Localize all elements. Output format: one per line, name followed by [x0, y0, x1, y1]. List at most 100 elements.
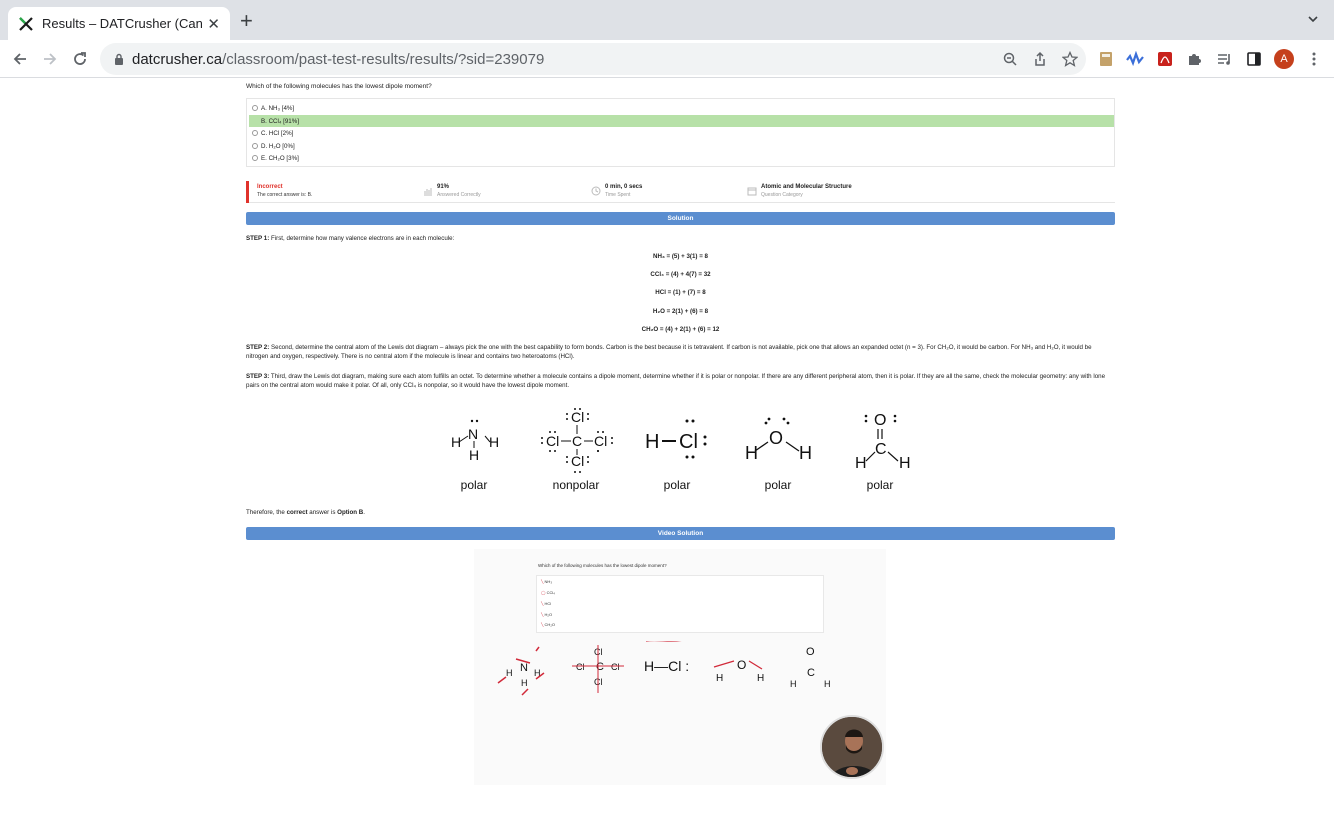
pdf-extension-icon[interactable]	[1156, 50, 1174, 68]
video-lewis-drawing: NH HH CClClCl Cl H—Cl : OH H OCH H	[497, 641, 831, 696]
equation-ch2o: CH₂O = (4) + 2(1) + (6) = 12	[641, 326, 720, 333]
profile-avatar[interactable]: A	[1274, 49, 1294, 69]
status-bar	[246, 181, 249, 203]
back-arrow-icon[interactable]	[10, 49, 30, 69]
svg-text:H: H	[745, 443, 758, 463]
video-player[interactable]: Which of the following molecules has the…	[474, 549, 886, 785]
svg-text:Cl: Cl	[546, 433, 559, 449]
svg-text:H: H	[645, 431, 659, 453]
radio-button[interactable]	[252, 155, 258, 161]
lock-icon	[115, 53, 123, 65]
svg-text:O: O	[737, 658, 746, 672]
svg-text:H: H	[716, 673, 723, 684]
equation-nh3: NH₃ = (5) + 3(1) = 8	[653, 253, 708, 260]
svg-text:H—Cl :: H—Cl :	[644, 658, 689, 674]
svg-text:H: H	[469, 447, 479, 463]
polarity-label-nh3: polar	[460, 478, 488, 492]
option-d[interactable]: D. H₂O [0%]	[249, 140, 1114, 152]
equation-hcl: HCl = (1) + (7) = 8	[655, 289, 706, 296]
conclusion-text: Therefore, the correct answer is Option …	[246, 509, 366, 516]
svg-text:O: O	[874, 412, 886, 429]
time-stat: 0 min, 0 secs Time Spent	[591, 184, 642, 198]
side-panel-icon[interactable]	[1245, 50, 1263, 68]
radio-button[interactable]	[252, 143, 258, 149]
svg-text:H: H	[790, 679, 797, 689]
svg-text:O: O	[806, 646, 815, 658]
answer-options: A. NH₃ [4%] B. CCl₄ [91%] C. HCl [2%] D.…	[246, 98, 1115, 167]
svg-text:Cl: Cl	[571, 453, 584, 469]
tab-bar: Results – DATCrusher (Canadian ✕ +	[0, 0, 1334, 40]
svg-text:H: H	[855, 455, 867, 472]
svg-text:C: C	[875, 441, 887, 458]
polarity-label-hcl: polar	[663, 478, 691, 492]
option-c[interactable]: C. HCl [2%]	[249, 127, 1114, 139]
hcl-structure: H Cl	[645, 419, 707, 459]
svg-text:N: N	[520, 662, 528, 674]
url-text: datcrusher.ca/classroom/past-test-result…	[132, 50, 545, 68]
share-icon[interactable]	[1032, 51, 1048, 67]
step-1: STEP 1: First, determine how many valenc…	[246, 235, 455, 242]
video-option: ╲ HCl	[541, 601, 552, 606]
chevron-down-icon[interactable]	[1306, 12, 1322, 28]
waveform-extension-icon[interactable]	[1126, 50, 1144, 68]
h2o-structure: OH H	[745, 417, 812, 463]
svg-text:H: H	[824, 679, 831, 689]
svg-text:H: H	[757, 673, 764, 684]
svg-text:H: H	[506, 668, 513, 678]
result-stats: Incorrect The correct answer is: B. 91% A…	[246, 181, 1115, 203]
option-e[interactable]: E. CH₂O [3%]	[249, 152, 1114, 164]
bookmark-star-icon[interactable]	[1061, 50, 1079, 67]
ccl4-structure: C Cl Cl Cl Cl	[541, 408, 613, 473]
browser-toolbar: datcrusher.ca/classroom/past-test-result…	[0, 40, 1334, 78]
step-3: STEP 3: Third, draw the Lewis dot diagra…	[246, 373, 1106, 389]
svg-text:N: N	[468, 426, 478, 442]
new-tab-icon[interactable]: +	[240, 10, 253, 32]
svg-text:C: C	[807, 667, 815, 679]
polarity-label-ch2o: polar	[866, 478, 894, 492]
video-option: ╲ NH₃	[541, 579, 552, 584]
category-stat: Atomic and Molecular Structure Question C…	[747, 184, 852, 198]
option-b[interactable]: B. CCl₄ [91%]	[249, 115, 1114, 127]
percent-stat: 91% Answered Correctly	[423, 184, 481, 198]
option-a[interactable]: A. NH₃ [4%]	[249, 102, 1114, 114]
zoom-icon[interactable]	[1002, 51, 1018, 67]
video-option: ◯ CCl₄	[541, 590, 555, 595]
svg-text:H: H	[899, 455, 911, 472]
forward-arrow-icon[interactable]	[40, 49, 60, 69]
video-option: ╲ H₂O	[541, 612, 553, 617]
step-2: STEP 2: Second, determine the central at…	[246, 344, 1092, 360]
svg-text:O: O	[769, 428, 783, 448]
svg-text:C: C	[596, 661, 604, 673]
equation-ccl4: CCl₄ = (4) + 4(7) = 32	[650, 271, 711, 278]
svg-text:Cl: Cl	[679, 431, 698, 453]
clock-icon	[591, 186, 601, 196]
polarity-label-ccl4: nonpolar	[552, 478, 600, 492]
video-options-box: ╲ NH₃ ◯ CCl₄ ╲ HCl ╲ H₂O ╲ CH₂O	[536, 575, 824, 633]
close-tab-icon[interactable]: ✕	[207, 15, 220, 33]
calculator-extension-icon[interactable]	[1097, 50, 1115, 68]
tab-title: Results – DATCrusher (Canadian	[42, 16, 202, 31]
radio-button[interactable]	[252, 105, 258, 111]
more-menu-icon[interactable]	[1305, 50, 1323, 68]
equation-h2o: H₂O = 2(1) + (6) = 8	[652, 308, 709, 315]
radio-button[interactable]	[252, 130, 258, 136]
calendar-icon	[747, 187, 757, 196]
presenter-webcam	[820, 715, 884, 779]
radio-button[interactable]	[252, 118, 258, 124]
reload-icon[interactable]	[70, 49, 90, 69]
nh3-structure: NH HH	[451, 419, 499, 463]
polarity-label-h2o: polar	[764, 478, 792, 492]
address-bar[interactable]: datcrusher.ca/classroom/past-test-result…	[100, 43, 1086, 75]
svg-text:H: H	[799, 443, 812, 463]
question-text: Which of the following molecules has the…	[246, 83, 432, 90]
video-question-text: Which of the following molecules has the…	[538, 563, 667, 568]
extensions-puzzle-icon[interactable]	[1185, 50, 1203, 68]
datcrusher-favicon-icon	[18, 16, 34, 32]
video-option: ╲ CH₂O	[541, 622, 555, 627]
svg-text:H: H	[521, 678, 528, 688]
status-stat: Incorrect The correct answer is: B.	[257, 184, 313, 198]
browser-tab[interactable]: Results – DATCrusher (Canadian ✕	[8, 7, 230, 40]
reading-list-icon[interactable]	[1215, 50, 1233, 68]
video-solution-banner: Video Solution	[246, 527, 1115, 540]
svg-text:H: H	[489, 434, 499, 450]
